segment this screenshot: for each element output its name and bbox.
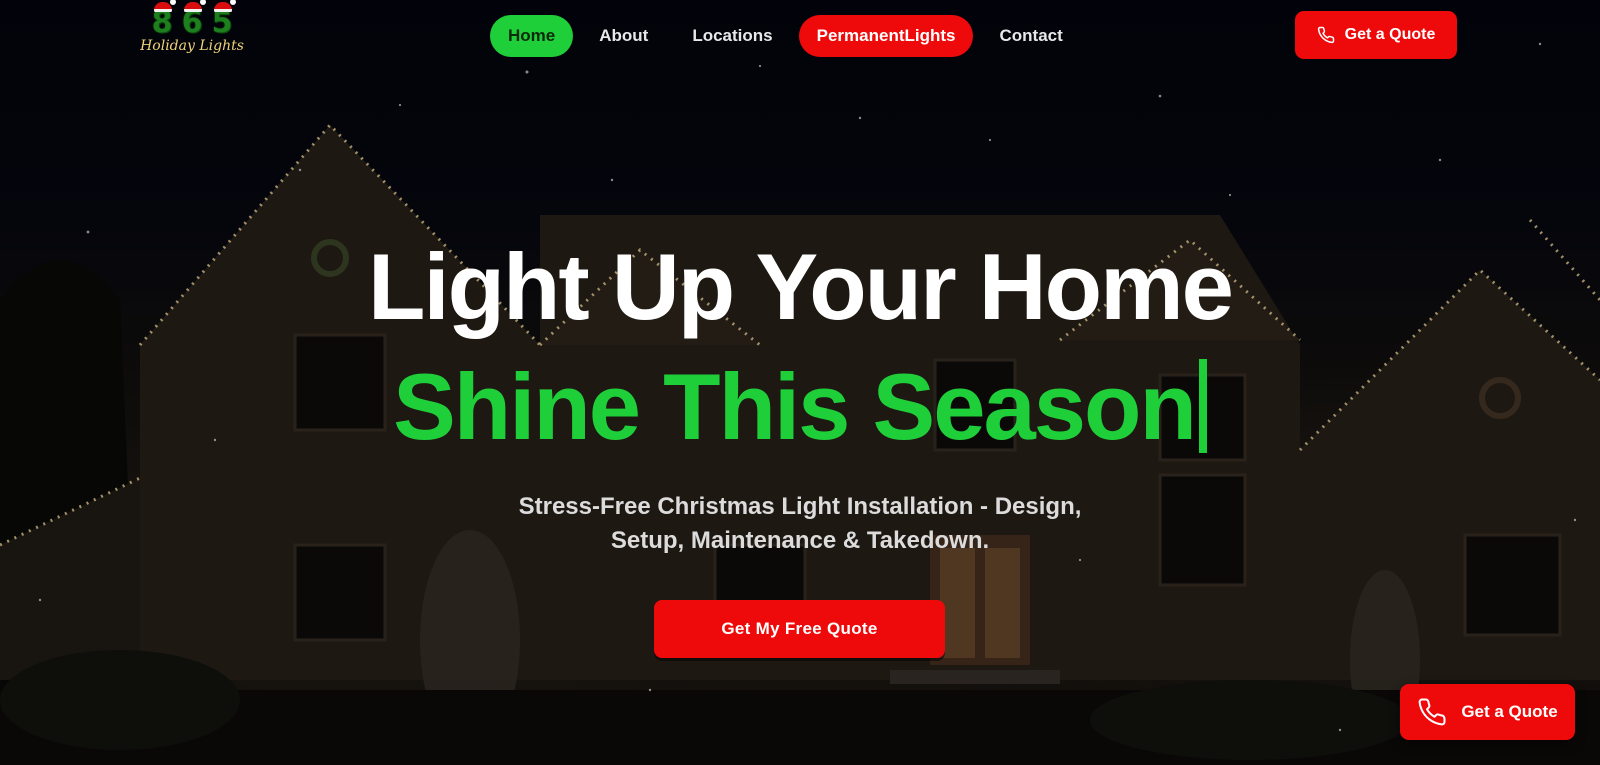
nav-item-locations[interactable]: Locations: [674, 15, 790, 57]
nav-item-contact[interactable]: Contact: [981, 15, 1080, 57]
logo-digits: 8 6 5: [140, 0, 244, 40]
logo-digit: 8: [151, 0, 176, 40]
logo-digit: 5: [211, 0, 236, 40]
nav-item-home[interactable]: Home: [490, 15, 574, 57]
site-logo[interactable]: 8 6 5 Holiday Lights: [140, 0, 244, 64]
nav-item-permanent-lights[interactable]: PermanentLights: [798, 15, 974, 57]
hero-subheadline-text: Shine This Season: [393, 354, 1197, 459]
santa-hat-icon: [214, 0, 236, 12]
main-nav: Home About Locations PermanentLights Con…: [490, 15, 1089, 57]
phone-icon: [1418, 698, 1446, 726]
hero-headline: Light Up Your Home: [368, 234, 1234, 339]
hero-tagline: Stress-Free Christmas Light Installation…: [500, 490, 1100, 558]
floating-get-quote-button[interactable]: Get a Quote: [1400, 684, 1575, 740]
typing-caret: [1198, 359, 1207, 453]
hero-subheadline: Shine This Season: [0, 352, 1600, 462]
logo-text: Holiday Lights: [140, 38, 244, 54]
logo-digit: 6: [181, 0, 206, 40]
header-get-quote-button[interactable]: Get a Quote: [1295, 11, 1457, 59]
phone-icon: [1317, 26, 1334, 44]
santa-hat-icon: [184, 0, 206, 12]
santa-hat-icon: [154, 0, 176, 12]
header-quote-label: Get a Quote: [1344, 26, 1436, 43]
hero-tagline-line2: Setup, Maintenance & Takedown.: [610, 527, 990, 554]
floating-quote-label: Get a Quote: [1461, 702, 1558, 721]
nav-item-about[interactable]: About: [581, 15, 666, 57]
free-quote-button[interactable]: Get My Free Quote: [654, 600, 945, 658]
hero-tagline-line1: Stress-Free Christmas Light Installation…: [518, 493, 1082, 520]
